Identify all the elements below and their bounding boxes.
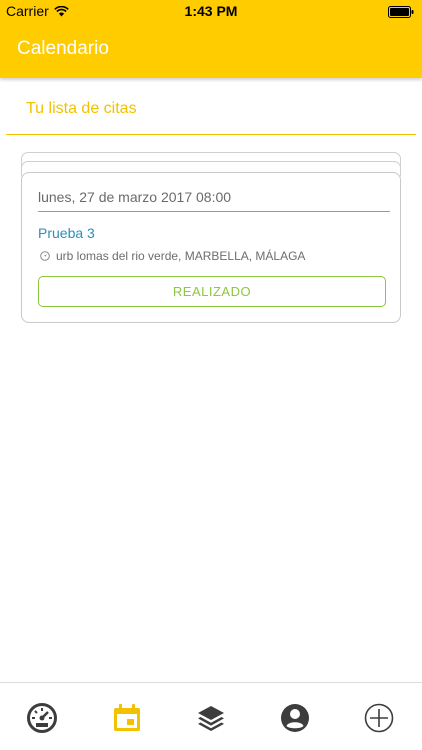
tab-layers[interactable] <box>195 702 227 734</box>
status-time: 1:43 PM <box>184 3 238 19</box>
tab-calendar[interactable] <box>111 702 143 734</box>
tab-bar <box>0 682 422 750</box>
appointment-date: lunes, 27 de marzo 2017 08:00 <box>38 189 232 205</box>
user-icon <box>281 704 309 732</box>
appointment-address: urb lomas del rio verde, MARBELLA, MÁLAG… <box>56 249 306 263</box>
top-header: Carrier 1:43 PM Calendario <box>0 0 422 78</box>
appointment-address-row: urb lomas del rio verde, MARBELLA, MÁLAG… <box>40 249 305 263</box>
speedometer-icon <box>27 703 57 733</box>
location-icon <box>40 251 50 261</box>
tab-profile[interactable] <box>279 702 311 734</box>
card-divider <box>38 211 390 212</box>
layers-icon <box>198 706 224 731</box>
battery-icon <box>388 5 414 21</box>
tab-add[interactable] <box>363 702 395 734</box>
app-screen: Carrier 1:43 PM Calendario Tu lista de c… <box>0 0 422 750</box>
realizado-button[interactable]: REALIZADO <box>38 276 386 307</box>
page-title: Calendario <box>17 38 109 59</box>
appointment-card[interactable]: lunes, 27 de marzo 2017 08:00 Prueba 3 u… <box>21 172 401 323</box>
add-icon <box>364 703 394 733</box>
calendar-icon <box>114 704 140 731</box>
appointment-name[interactable]: Prueba 3 <box>38 225 95 241</box>
tab-dashboard[interactable] <box>26 702 58 734</box>
status-bar: Carrier 1:43 PM <box>0 0 422 22</box>
section-title: Tu lista de citas <box>26 100 137 117</box>
section-divider <box>6 134 416 135</box>
